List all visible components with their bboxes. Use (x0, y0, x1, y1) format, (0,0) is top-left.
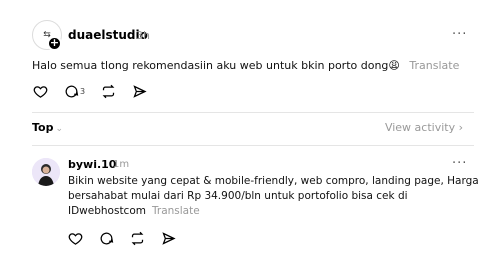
reply-line-1: Bikin website yang cepat & mobile-friend… (68, 175, 479, 187)
reply-post: bywi.10 1m ··· Bikin website yang cepat … (0, 150, 500, 257)
reply-more-icon[interactable]: ··· (452, 156, 467, 171)
reply-username[interactable]: bywi.10 (68, 158, 116, 171)
post-repost-button[interactable] (101, 84, 116, 99)
reply-like-button[interactable] (68, 231, 83, 246)
post-timestamp[interactable]: 3h (136, 29, 150, 42)
post-actions: 3 (32, 84, 147, 99)
reply-share-button[interactable] (161, 231, 176, 246)
follow-plus-icon[interactable]: + (47, 36, 62, 51)
heart-icon (33, 86, 47, 98)
post-text: Halo semua tlong rekomendasiin aku web u… (32, 59, 459, 72)
reply-line-3: IDwebhostcom Translate (68, 204, 468, 219)
reply-line-3-text: IDwebhostcom (68, 205, 146, 217)
post-like-button[interactable] (32, 84, 48, 99)
share-icon (162, 232, 176, 245)
comment-icon (65, 85, 79, 98)
chevron-down-icon: ⌄ (55, 124, 64, 134)
heart-icon (68, 233, 83, 245)
post-avatar[interactable]: ⇆ + (32, 20, 62, 51)
comment-icon (100, 232, 114, 245)
reply-text: Bikin website yang cepat & mobile-friend… (68, 174, 479, 219)
post-reply-button[interactable]: 3 (64, 84, 85, 99)
reply-repost-button[interactable] (130, 231, 145, 246)
share-icon (133, 85, 147, 98)
reply-count: 3 (80, 87, 86, 96)
view-activity-link[interactable]: View activity › (385, 121, 463, 134)
reply-timestamp[interactable]: 1m (113, 159, 129, 170)
main-post: ⇆ + duaelstudio 3h ··· Halo semua tlong … (0, 0, 500, 112)
post-share-button[interactable] (132, 84, 147, 99)
divider-bottom (32, 145, 474, 146)
reply-reply-button[interactable] (99, 231, 114, 246)
sort-dropdown[interactable]: Top ⌄ (32, 121, 63, 134)
repost-icon (131, 231, 144, 246)
reply-avatar[interactable] (32, 158, 60, 186)
post-translate-link[interactable]: Translate (409, 59, 459, 72)
sort-bar: Top ⌄ View activity › (0, 112, 500, 142)
post-body: Halo semua tlong rekomendasiin aku web u… (32, 59, 400, 72)
reply-line-2: bersahabat mulai dari Rp 34.900/bln untu… (68, 190, 408, 202)
repost-icon (102, 84, 115, 99)
post-more-icon[interactable]: ··· (452, 27, 467, 42)
reply-actions (68, 231, 176, 246)
reply-translate-link[interactable]: Translate (152, 205, 200, 217)
sort-label: Top (32, 121, 54, 134)
avatar-image (32, 158, 60, 186)
